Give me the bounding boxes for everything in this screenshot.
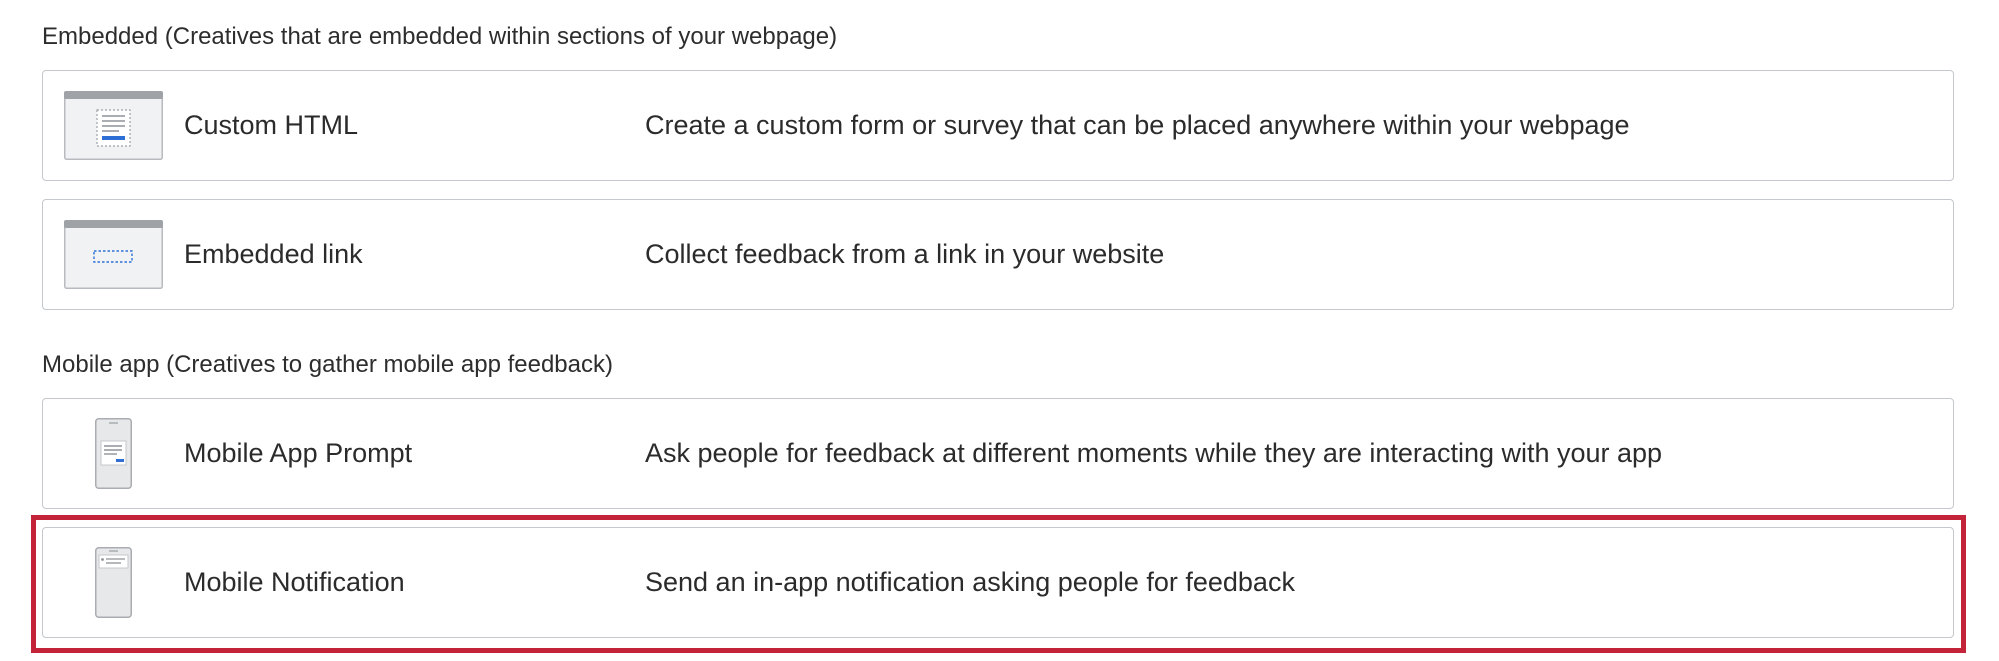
mobile-app-prompt-icon (95, 418, 132, 489)
option-card-custom-html[interactable]: Custom HTML Create a custom form or surv… (42, 70, 1954, 181)
option-card-embedded-link[interactable]: Embedded link Collect feedback from a li… (42, 199, 1954, 310)
custom-html-icon (64, 91, 163, 160)
option-description: Ask people for feedback at different mom… (645, 438, 1663, 468)
option-name: Mobile App Prompt (184, 438, 413, 468)
option-card-mobile-notification[interactable]: Mobile Notification Send an in-app notif… (42, 527, 1954, 638)
option-name: Embedded link (184, 239, 363, 269)
embedded-link-icon (64, 220, 163, 289)
option-description: Collect feedback from a link in your web… (645, 239, 1165, 269)
mobile-notification-icon (95, 547, 132, 618)
section-heading-embedded: Embedded (Creatives that are embedded wi… (42, 23, 838, 50)
option-name: Mobile Notification (184, 567, 405, 597)
section-heading-mobile-app: Mobile app (Creatives to gather mobile a… (42, 351, 613, 378)
option-description: Send an in-app notification asking peopl… (645, 567, 1295, 597)
option-description: Create a custom form or survey that can … (645, 110, 1630, 140)
option-card-mobile-app-prompt[interactable]: Mobile App Prompt Ask people for feedbac… (42, 398, 1954, 509)
option-name: Custom HTML (184, 110, 359, 140)
